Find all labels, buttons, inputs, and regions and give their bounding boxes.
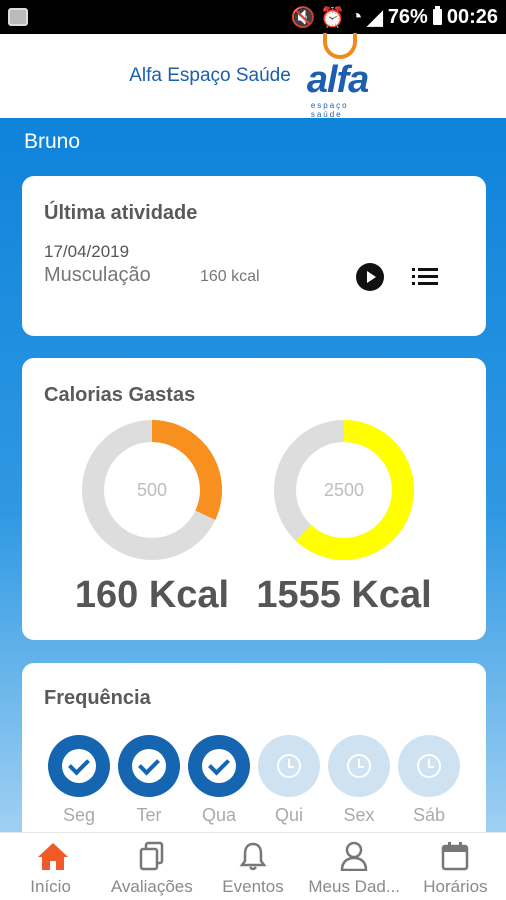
frequency-title: Frequência	[44, 687, 151, 709]
check-icon	[132, 749, 166, 783]
clock-icon	[347, 754, 371, 778]
activity-date: 17/04/2019	[44, 242, 130, 261]
nav-avaliacoes[interactable]: Avaliações	[101, 833, 202, 900]
mute-icon: 🔇	[290, 6, 316, 29]
check-icon	[202, 749, 236, 783]
battery-percent: 76%	[387, 5, 428, 28]
day-status	[398, 735, 460, 797]
day-ter[interactable]: Ter	[118, 735, 180, 826]
day-status	[118, 735, 180, 797]
user-name: Bruno	[24, 130, 81, 153]
nav-eventos[interactable]: Eventos	[202, 833, 303, 900]
status-bar: 🔇 ⏰ ◔ ◢ 76% 00:26	[0, 0, 506, 34]
last-activity-title: Última atividade	[44, 202, 198, 224]
alarm-icon: ⏰	[320, 6, 346, 29]
nav-inicio[interactable]: Início	[0, 833, 101, 900]
day-qua[interactable]: Qua	[188, 735, 250, 826]
day-qui[interactable]: Qui	[258, 735, 320, 826]
daily-goal: 500	[136, 480, 168, 500]
day-sab[interactable]: Sáb	[398, 735, 460, 826]
alfa-logo: alfa espaço saúde	[305, 33, 377, 119]
nav-horarios[interactable]: Horários	[405, 833, 506, 900]
total-calories-value: 1555 Kcal	[256, 574, 432, 616]
logo-subtext: espaço saúde	[310, 101, 349, 119]
day-status	[188, 735, 250, 797]
day-seg[interactable]: Seg	[48, 735, 110, 826]
last-activity-card[interactable]: Última atividade 17/04/2019 Musculação 1…	[22, 176, 486, 336]
activity-type: Musculação	[44, 264, 151, 286]
nav-label: Início	[30, 877, 71, 896]
frequency-card: Frequência Seg Ter Qua Qui Sex Sáb	[22, 663, 486, 832]
home-icon	[37, 841, 68, 873]
daily-calories-value: 160 Kcal	[74, 574, 230, 616]
day-label: Sex	[343, 805, 375, 825]
clock-icon	[277, 754, 301, 778]
activity-kcal: 160 kcal	[200, 268, 260, 285]
clock-icon	[417, 754, 441, 778]
nav-label: Eventos	[222, 877, 284, 896]
calendar-icon	[441, 841, 469, 873]
total-goal: 2500	[323, 480, 365, 500]
nav-label: Horários	[423, 877, 488, 896]
day-sex[interactable]: Sex	[328, 735, 390, 826]
wifi-icon: ◔	[350, 5, 363, 28]
person-icon	[340, 841, 368, 873]
signal-icon: ◢	[367, 6, 383, 29]
day-status	[328, 735, 390, 797]
documents-icon	[138, 841, 166, 873]
day-label: Seg	[62, 805, 96, 825]
logo-arc-icon	[322, 33, 357, 59]
play-button[interactable]	[356, 263, 384, 291]
list-icon[interactable]	[412, 267, 438, 287]
day-label: Qui	[274, 805, 303, 825]
calories-title: Calorias Gastas	[44, 384, 196, 406]
nav-label: Avaliações	[110, 877, 193, 896]
notification-icon	[8, 8, 28, 26]
nav-meus-dados[interactable]: Meus Dad...	[304, 833, 405, 900]
header-title: Alfa Espaço Saúde	[129, 65, 291, 86]
app-header: Alfa Espaço Saúde alfa espaço saúde	[0, 33, 506, 119]
day-label: Sáb	[412, 805, 446, 825]
check-icon	[62, 749, 96, 783]
daily-calories-donut: 500	[82, 420, 222, 560]
logo-text: alfa	[306, 59, 369, 101]
day-label: Qua	[201, 805, 237, 825]
total-calories-donut: 2500	[274, 420, 414, 560]
day-status	[48, 735, 110, 797]
battery-icon	[432, 6, 442, 25]
nav-label: Meus Dad...	[308, 877, 401, 896]
clock-time: 00:26	[446, 5, 498, 28]
day-label: Ter	[136, 805, 162, 825]
bottom-nav: Início Avaliações Eventos Meus Dad... Ho…	[0, 832, 506, 900]
calories-card: Calorias Gastas 500 160 Kcal 2500 1555 K…	[22, 358, 486, 640]
day-status	[258, 735, 320, 797]
bell-icon	[239, 841, 267, 873]
main-content[interactable]: Bruno Última atividade 17/04/2019 Muscul…	[0, 118, 506, 832]
